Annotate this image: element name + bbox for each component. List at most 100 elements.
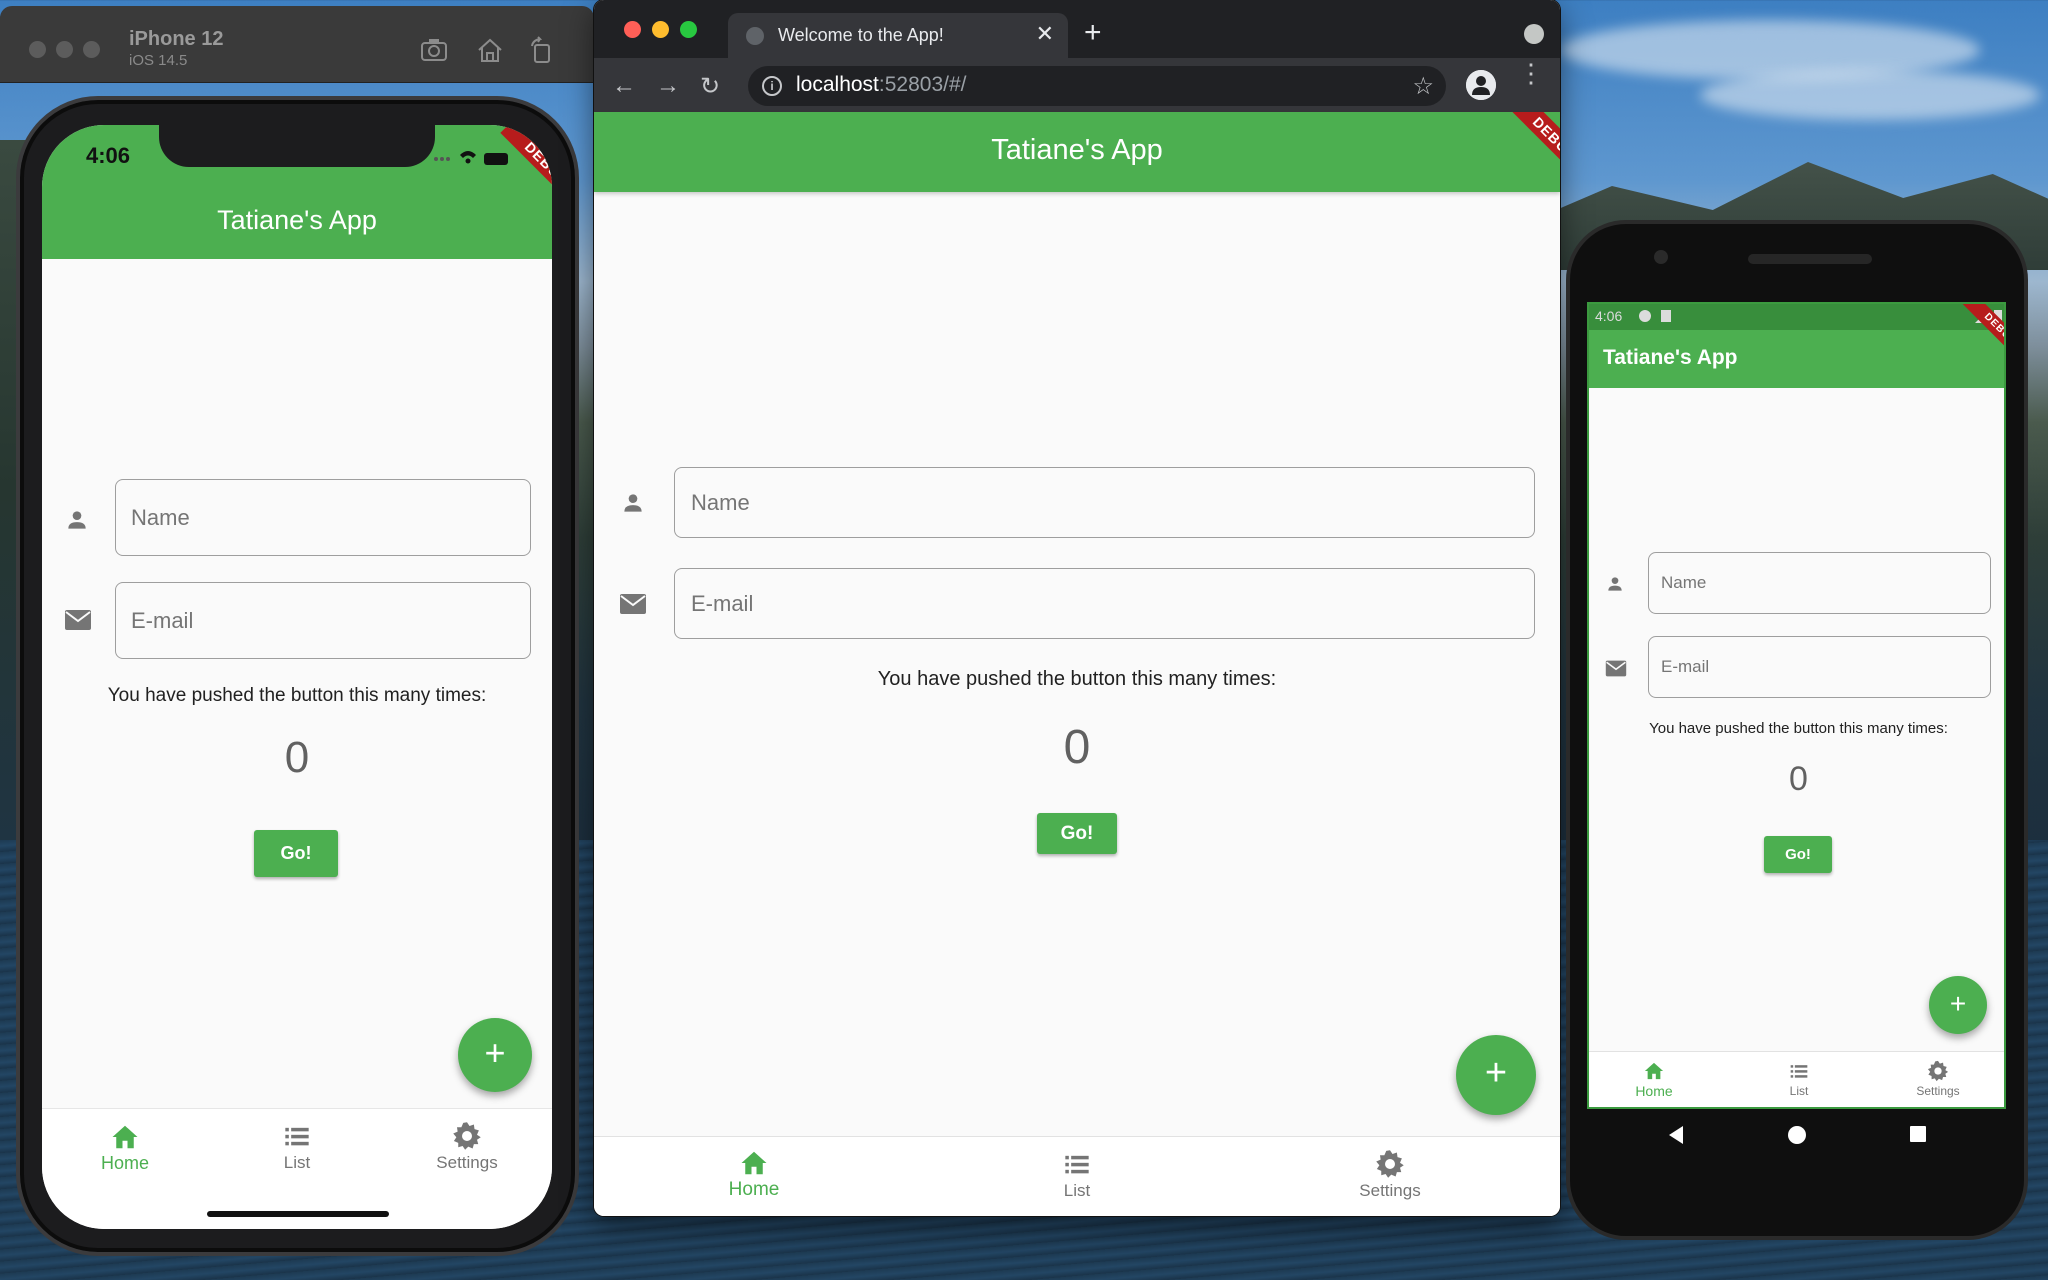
list-icon	[1790, 1065, 1808, 1078]
bottom-navigation: Home List Settings	[1589, 1051, 2004, 1107]
tab-strip: Welcome to the App! ✕ +	[594, 0, 1560, 58]
nav-settings[interactable]: Settings	[417, 1121, 517, 1173]
email-icon	[619, 592, 647, 616]
email-field[interactable]: E-mail	[115, 582, 531, 659]
go-button[interactable]: Go!	[1764, 836, 1832, 873]
home-icon	[741, 1151, 767, 1175]
nav-settings[interactable]: Settings	[1898, 1060, 1978, 1098]
close-window-button[interactable]	[29, 41, 46, 58]
home-icon	[112, 1125, 138, 1149]
email-placeholder: E-mail	[691, 590, 754, 616]
status-time: 4:06	[1595, 308, 1623, 324]
back-triangle-icon[interactable]	[1667, 1125, 1685, 1145]
home-indicator	[207, 1211, 389, 1217]
nav-home[interactable]: Home	[1614, 1061, 1694, 1099]
minimize-window-button[interactable]	[652, 21, 669, 38]
add-fab-button[interactable]: +	[1929, 976, 1987, 1034]
forward-arrow-icon[interactable]: →	[656, 72, 680, 100]
name-field[interactable]: Name	[674, 467, 1535, 538]
app-title: Tatiane's App	[217, 205, 377, 235]
app-bar: Tatiane's App	[1589, 330, 2004, 388]
recents-square-icon[interactable]	[1909, 1125, 1927, 1143]
close-icon[interactable]: ✕	[1036, 21, 1054, 47]
gear-icon	[1927, 1060, 1949, 1082]
email-field[interactable]: E-mail	[1648, 636, 1991, 698]
home-icon	[1644, 1062, 1664, 1080]
counter-value: 0	[284, 733, 310, 782]
nav-settings-label: Settings	[1359, 1181, 1421, 1200]
more-menu-icon[interactable]: ⋮	[1518, 60, 1544, 86]
status-notification-icon	[1639, 310, 1651, 322]
person-icon	[1605, 574, 1625, 594]
email-icon	[64, 608, 92, 632]
go-button[interactable]: Go!	[254, 830, 338, 877]
star-icon[interactable]: ☆	[1412, 72, 1434, 101]
name-field[interactable]: Name	[1648, 552, 1991, 614]
nav-settings-label: Settings	[1916, 1084, 1960, 1098]
zoom-window-button[interactable]	[83, 41, 100, 58]
nav-home[interactable]: Home	[85, 1123, 165, 1174]
url-host: localhost	[796, 73, 879, 96]
add-fab-button[interactable]: +	[1456, 1035, 1536, 1115]
status-icons	[432, 147, 512, 167]
nav-list-label: List	[1063, 1181, 1091, 1200]
profile-icon[interactable]	[1466, 70, 1496, 100]
nav-list[interactable]: List	[1017, 1151, 1137, 1201]
person-icon	[64, 507, 90, 533]
nav-home-label: Home	[1635, 1083, 1673, 1099]
nav-list[interactable]: List	[1759, 1061, 1839, 1098]
email-field[interactable]: E-mail	[674, 568, 1535, 639]
url-text: localhost:52803/#/	[796, 73, 966, 97]
status-time: 4:06	[86, 143, 131, 168]
name-field[interactable]: Name	[115, 479, 531, 556]
add-fab-button[interactable]: +	[458, 1018, 532, 1092]
email-icon	[1605, 659, 1627, 678]
nav-settings[interactable]: Settings	[1330, 1149, 1450, 1201]
nav-list[interactable]: List	[257, 1123, 337, 1173]
counter-value: 0	[1063, 721, 1091, 774]
minimize-window-button[interactable]	[56, 41, 73, 58]
close-window-button[interactable]	[624, 21, 641, 38]
nav-list-label: List	[283, 1153, 311, 1172]
person-icon	[620, 490, 646, 516]
app-title: Tatiane's App	[1603, 346, 1738, 369]
browser-window: Welcome to the App! ✕ + ← → ↻ i localhos…	[594, 0, 1560, 1216]
gear-icon	[1376, 1150, 1404, 1178]
globe-icon	[746, 27, 764, 45]
app-bar: Tatiane's App DEBUG	[594, 112, 1560, 192]
simulator-os-version: iOS 14.5	[129, 52, 188, 69]
android-system-nav	[1587, 1109, 2006, 1165]
screenshot-icon[interactable]	[420, 36, 448, 64]
bottom-navigation: Home List Settings	[594, 1136, 1560, 1216]
simulator-title-bar: iPhone 12 iOS 14.5	[0, 6, 594, 82]
email-placeholder: E-mail	[131, 607, 194, 633]
back-arrow-icon[interactable]: ←	[612, 72, 636, 100]
nav-home[interactable]: Home	[694, 1149, 814, 1201]
name-placeholder: Name	[1661, 573, 1707, 592]
counter-value: 0	[1789, 760, 1808, 798]
nav-list-label: List	[1789, 1084, 1809, 1098]
home-circle-icon[interactable]	[1787, 1125, 1807, 1145]
iphone-screen: 4:06 Tatiane's App DEBUG Name E-mail You…	[42, 125, 552, 1229]
tab-title: Welcome to the App!	[778, 25, 944, 45]
nav-home-label: Home	[728, 1179, 780, 1200]
rotate-icon[interactable]	[527, 36, 555, 64]
android-screen: 4:06 Tatiane's App DEBUG Name E-mail You…	[1587, 302, 2006, 1109]
browser-toolbar: ← → ↻ i localhost:52803/#/ ☆ ⋮	[594, 58, 1560, 112]
info-icon[interactable]: i	[762, 76, 782, 96]
counter-label: You have pushed the button this many tim…	[107, 685, 487, 706]
address-bar[interactable]: i localhost:52803/#/ ☆	[748, 66, 1446, 106]
tab-search-icon[interactable]	[1524, 24, 1544, 44]
new-tab-button[interactable]: +	[1084, 16, 1102, 50]
tab-active[interactable]: Welcome to the App! ✕	[728, 13, 1068, 58]
wallpaper-cloud	[1700, 70, 2040, 120]
nav-settings-label: Settings	[436, 1153, 498, 1172]
reload-icon[interactable]: ↻	[700, 72, 720, 101]
gear-icon	[453, 1122, 481, 1150]
camera-icon	[1654, 250, 1668, 264]
home-button-icon[interactable]	[476, 36, 504, 64]
list-icon	[1065, 1155, 1089, 1174]
go-button[interactable]: Go!	[1037, 813, 1117, 854]
nav-home-label: Home	[100, 1153, 149, 1173]
zoom-window-button[interactable]	[680, 21, 697, 38]
